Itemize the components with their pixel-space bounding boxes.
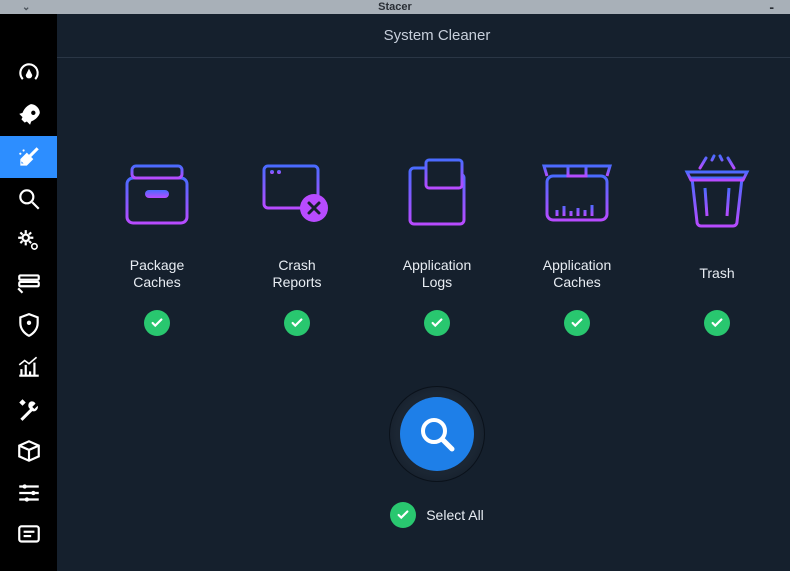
chart-icon: [16, 354, 42, 380]
tile-checkbox[interactable]: [564, 310, 590, 336]
window-title: Stacer: [378, 1, 412, 13]
scan-button-ring: [389, 386, 485, 482]
rocket-icon: [16, 102, 42, 128]
tile-checkbox[interactable]: [704, 310, 730, 336]
page-header: System Cleaner: [57, 14, 790, 58]
tile-package-caches[interactable]: Package Caches: [87, 148, 227, 336]
sidebar-item-uninstaller[interactable]: [0, 304, 57, 346]
broom-icon: [16, 144, 42, 170]
tile-label: Application Caches: [543, 256, 612, 292]
sidebar-item-processes[interactable]: [0, 262, 57, 304]
sliders-icon: [16, 480, 42, 506]
stack-icon: [16, 270, 42, 296]
application-caches-icon: [532, 148, 622, 238]
page-title: System Cleaner: [384, 27, 491, 44]
trash-icon: [672, 148, 762, 238]
cleaner-grid: Package Caches: [57, 148, 790, 336]
feedback-icon: [16, 522, 42, 548]
titlebar: ⌄ Stacer -: [0, 0, 790, 14]
search-icon: [16, 186, 42, 212]
tile-checkbox[interactable]: [144, 310, 170, 336]
main-panel: System Cleaner Package Caches: [57, 14, 790, 571]
sidebar-item-startup[interactable]: [0, 94, 57, 136]
menu-caret-icon[interactable]: ⌄: [22, 2, 30, 13]
sidebar-item-helpers[interactable]: [0, 388, 57, 430]
select-all-check-icon: [390, 502, 416, 528]
application-logs-icon: [392, 148, 482, 238]
sidebar-item-cleaner[interactable]: [0, 136, 57, 178]
tile-checkbox[interactable]: [284, 310, 310, 336]
sidebar-item-dashboard[interactable]: [0, 52, 57, 94]
sidebar-item-resources[interactable]: [0, 346, 57, 388]
gears-icon: [16, 228, 42, 254]
package-icon: [16, 438, 42, 464]
tile-label: Trash: [699, 256, 734, 292]
sidebar-item-apt[interactable]: [0, 430, 57, 472]
gauge-icon: [16, 60, 42, 86]
tile-label: Application Logs: [403, 256, 472, 292]
package-caches-icon: [112, 148, 202, 238]
tile-application-logs[interactable]: Application Logs: [367, 148, 507, 336]
tile-trash[interactable]: Trash: [647, 148, 787, 336]
minimize-button[interactable]: -: [769, 0, 774, 15]
shield-user-icon: [16, 312, 42, 338]
sidebar-item-search[interactable]: [0, 178, 57, 220]
sidebar-item-settings[interactable]: [0, 472, 57, 514]
sidebar-item-feedback[interactable]: [0, 514, 57, 556]
sidebar: [0, 14, 57, 571]
tools-icon: [16, 396, 42, 422]
tile-checkbox[interactable]: [424, 310, 450, 336]
select-all-toggle[interactable]: Select All: [390, 502, 484, 528]
tile-label: Crash Reports: [272, 256, 321, 292]
tile-label: Package Caches: [130, 256, 184, 292]
magnifier-icon: [417, 414, 457, 454]
crash-reports-icon: [252, 148, 342, 238]
sidebar-item-services[interactable]: [0, 220, 57, 262]
tile-crash-reports[interactable]: Crash Reports: [227, 148, 367, 336]
select-all-label: Select All: [426, 507, 484, 523]
tile-application-caches[interactable]: Application Caches: [507, 148, 647, 336]
scan-button[interactable]: [400, 397, 474, 471]
